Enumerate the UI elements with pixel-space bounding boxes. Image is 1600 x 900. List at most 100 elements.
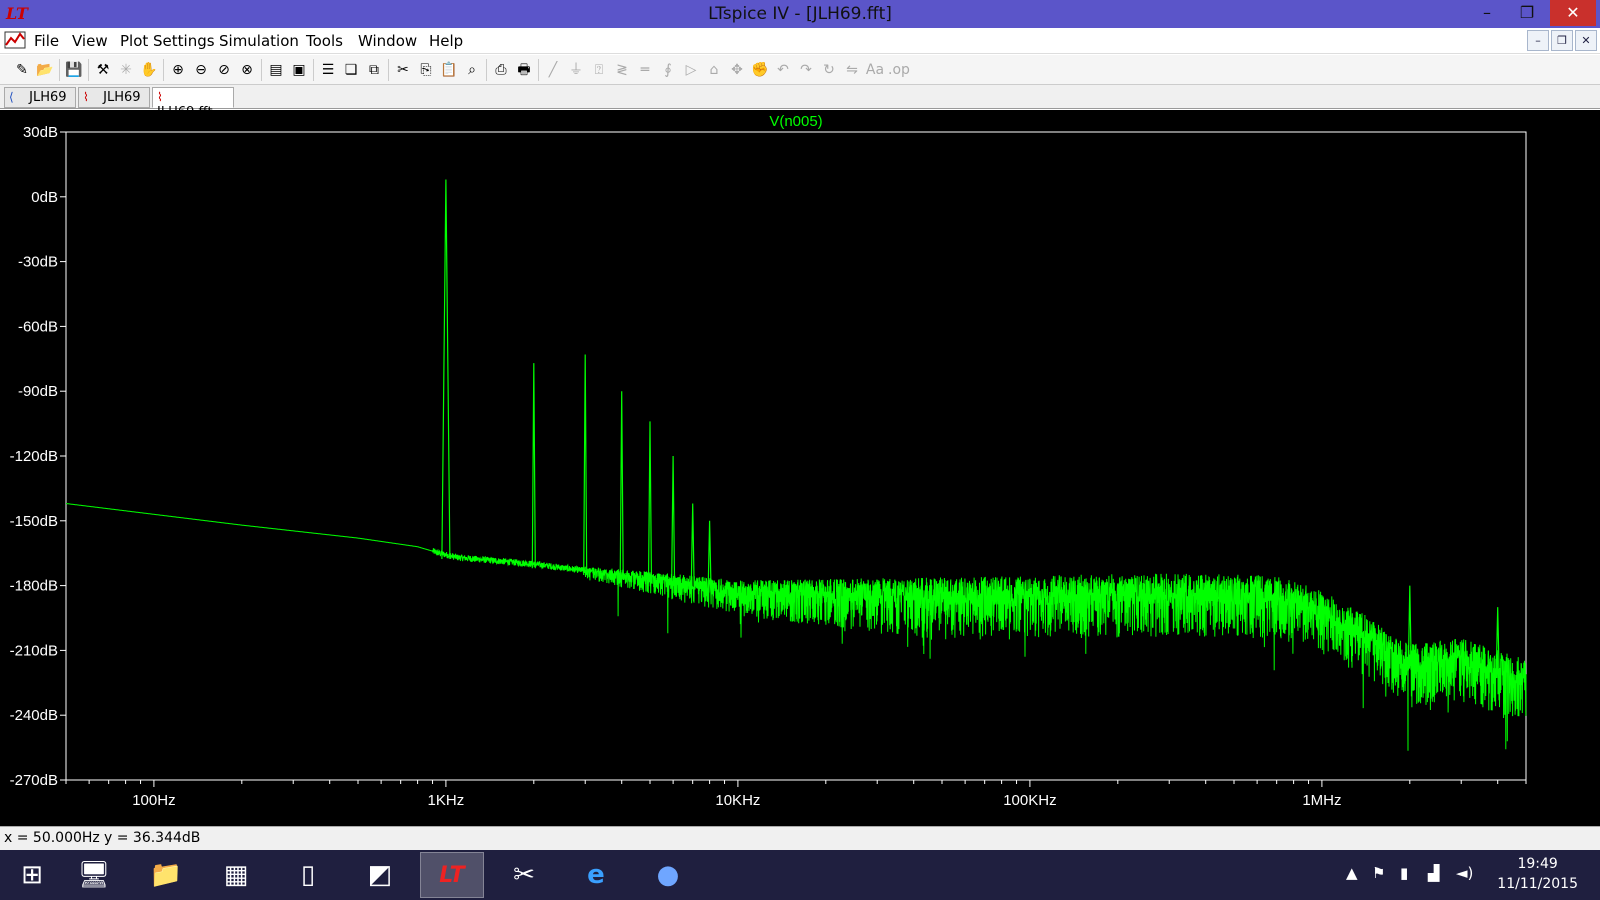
battery-icon[interactable]: ▮ <box>1400 864 1408 882</box>
ground-icon[interactable]: ⏚ <box>566 60 586 80</box>
save-icon[interactable]: 💾 <box>64 60 84 80</box>
action-center-icon[interactable]: ⚑ <box>1372 864 1385 882</box>
plot-settings-icon[interactable]: ▣ <box>289 60 309 80</box>
menu-file[interactable]: File <box>34 32 59 50</box>
y-tick-label[interactable]: 0dB <box>31 189 58 206</box>
plot-window[interactable]: 30dB 0dB -30dB -60dB -90dB -120dB -150dB -180dB… <box>0 110 1600 826</box>
copy-icon[interactable]: ⎘ <box>416 60 436 80</box>
menu-simulation[interactable]: Simulation <box>219 32 299 50</box>
undo-icon[interactable]: ↶ <box>773 60 793 80</box>
x-tick-label[interactable]: 1KHz <box>428 792 465 809</box>
control-panel-icon[interactable]: ⚒ <box>93 60 113 80</box>
document-icon[interactable]: ▯ <box>276 852 340 898</box>
spice-directive-icon[interactable]: .op <box>888 60 910 80</box>
new-schematic-icon[interactable]: ✎ <box>12 60 32 80</box>
resistor-icon[interactable]: ≷ <box>612 60 632 80</box>
cut-icon[interactable]: ✂ <box>393 60 413 80</box>
mdi-minimize-button[interactable]: – <box>1527 30 1549 51</box>
tile-vertical-icon[interactable]: ⧉ <box>364 60 384 80</box>
harmonic-peak[interactable] <box>441 179 451 560</box>
mdi-restore-button[interactable]: ❐ <box>1551 30 1573 51</box>
x-tick-label[interactable]: 100KHz <box>1003 792 1056 809</box>
y-tick-label[interactable]: -210dB <box>10 642 58 659</box>
menu-help[interactable]: Help <box>429 32 463 50</box>
diode-icon[interactable]: ▷ <box>681 60 701 80</box>
zoom-back-icon[interactable]: ⊘ <box>214 60 234 80</box>
zoom-full-icon[interactable]: ⊗ <box>237 60 257 80</box>
inductor-icon[interactable]: ∮ <box>658 60 678 80</box>
y-tick-label[interactable]: -60dB <box>18 318 58 335</box>
wire-icon[interactable]: ╱ <box>543 60 563 80</box>
mdi-close-button[interactable]: ✕ <box>1575 30 1597 51</box>
file-explorer-icon[interactable]: 📁 <box>134 852 198 898</box>
close-button[interactable]: ✕ <box>1550 0 1596 26</box>
start-icon[interactable]: ⊞ <box>0 852 64 898</box>
zoom-in-icon[interactable]: ⊕ <box>168 60 188 80</box>
x-tick-label[interactable]: 10KHz <box>715 792 760 809</box>
mirror-icon[interactable]: ⇋ <box>842 60 862 80</box>
tray-expand-icon[interactable]: ▲ <box>1346 864 1358 882</box>
zoom-out-icon[interactable]: ⊖ <box>191 60 211 80</box>
harmonic-peak[interactable] <box>619 391 624 580</box>
y-tick-label[interactable]: -120dB <box>10 448 58 465</box>
trace-label[interactable]: V(n005) <box>769 113 822 130</box>
document-window-icon[interactable] <box>4 30 26 50</box>
globe-icon[interactable]: ● <box>636 852 700 898</box>
drag-icon[interactable]: ✊ <box>750 60 770 80</box>
move-icon[interactable]: ✥ <box>727 60 747 80</box>
network-icon[interactable]: ▟ <box>1428 864 1440 882</box>
find-icon[interactable]: ⌕ <box>462 60 482 80</box>
tab-jlh69-waveform[interactable]: ⌇ JLH69 <box>78 87 150 108</box>
maximize-button[interactable]: ❐ <box>1510 0 1544 26</box>
internet-explorer-icon[interactable]: e <box>564 852 628 898</box>
harmonic-peak[interactable] <box>671 455 676 587</box>
y-tick-label[interactable]: -270dB <box>10 772 58 789</box>
paste-icon[interactable]: 📋 <box>439 60 459 80</box>
redo-icon[interactable]: ↷ <box>796 60 816 80</box>
menu-window[interactable]: Window <box>358 32 417 50</box>
tab-label: JLH69 <box>29 90 67 105</box>
tab-jlh69-fft[interactable]: ⌇ JLH69.fft <box>152 87 234 120</box>
capacitor-icon[interactable]: ═ <box>635 60 655 80</box>
menu-view[interactable]: View <box>72 32 108 50</box>
print-icon[interactable]: 🖶 <box>514 60 534 80</box>
y-tick-label[interactable]: -150dB <box>10 513 58 530</box>
tile-horizontal-icon[interactable]: ☰ <box>318 60 338 80</box>
trace-v-n005[interactable] <box>66 503 1527 751</box>
calculator-icon[interactable]: ▦ <box>204 852 268 898</box>
volume-icon[interactable]: ◄) <box>1456 864 1473 882</box>
remote-desktop-icon[interactable]: 🖥 <box>62 852 126 898</box>
rotate-icon[interactable]: ↻ <box>819 60 839 80</box>
harmonic-peak[interactable] <box>647 421 653 584</box>
menu-plot-settings[interactable]: Plot Settings <box>120 32 215 50</box>
halt-icon[interactable]: ✋ <box>139 60 159 80</box>
harmonic-peak[interactable] <box>531 363 536 569</box>
text-icon[interactable]: Aa <box>865 60 885 80</box>
open-icon[interactable]: 📂 <box>35 60 55 80</box>
run-icon[interactable]: ✳ <box>116 60 136 80</box>
x-tick-label[interactable]: 1MHz <box>1302 792 1341 809</box>
clock[interactable]: 19:49 11/11/2015 <box>1497 854 1578 894</box>
menu-tools[interactable]: Tools <box>306 32 343 50</box>
x-tick-label[interactable]: 100Hz <box>132 792 175 809</box>
minimize-button[interactable]: – <box>1470 0 1504 26</box>
print-preview-icon[interactable]: ⎙ <box>491 60 511 80</box>
y-tick-label[interactable]: -90dB <box>18 383 58 400</box>
harmonic-peak[interactable] <box>583 354 588 576</box>
y-tick-label[interactable]: -240dB <box>10 707 58 724</box>
fft-plot[interactable]: 30dB 0dB -30dB -60dB -90dB -120dB -150dB -180dB… <box>0 110 1600 826</box>
tab-jlh69-schematic[interactable]: ⟨ JLH69 <box>4 87 76 108</box>
y-tick-label[interactable]: -180dB <box>10 578 58 595</box>
y-tick-label[interactable]: 30dB <box>23 124 58 141</box>
harmonic-peak[interactable] <box>690 503 695 590</box>
autorange-icon[interactable]: ▤ <box>266 60 286 80</box>
ltspice-icon[interactable]: LT <box>420 852 484 898</box>
clock-date: 11/11/2015 <box>1497 876 1578 892</box>
label-icon[interactable]: ⍰ <box>589 60 609 80</box>
component-icon[interactable]: ⌂ <box>704 60 724 80</box>
y-tick-label[interactable]: -30dB <box>18 254 58 271</box>
notepad-icon[interactable]: ◩ <box>348 852 412 898</box>
toolbar-separator <box>59 59 60 81</box>
cascade-icon[interactable]: ❏ <box>341 60 361 80</box>
snipping-tool-icon[interactable]: ✂ <box>492 852 556 898</box>
